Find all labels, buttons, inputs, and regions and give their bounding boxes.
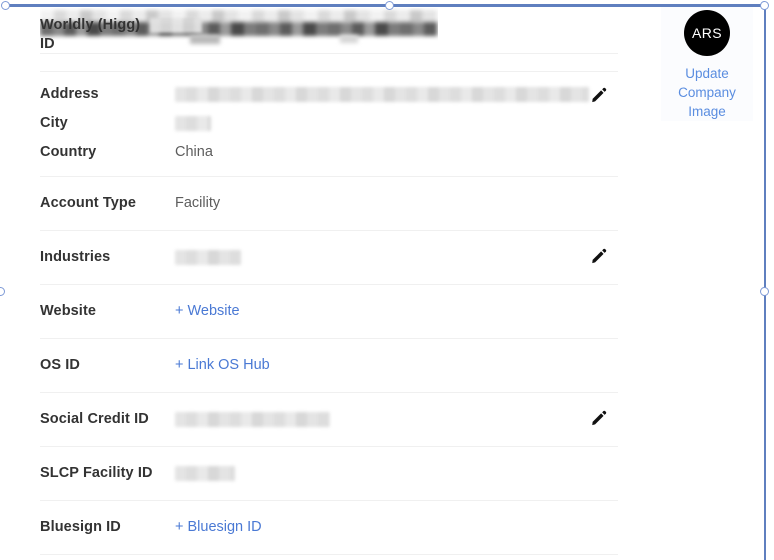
field-label: Worldly (Higg) ID — [40, 17, 141, 52]
detail-row: Bluesign ID + Bluesign ID — [40, 501, 618, 555]
field-label: Website — [40, 303, 97, 319]
edit-address-icon[interactable] — [590, 86, 610, 106]
redacted-value — [150, 17, 202, 33]
field-label: Country — [40, 144, 97, 160]
detail-row: Website + Website — [40, 285, 618, 339]
field-value: Facility — [175, 195, 221, 211]
selection-handle-top-left[interactable] — [1, 1, 10, 10]
detail-row: Industries — [40, 231, 618, 285]
detail-subrow: Country China — [40, 143, 618, 162]
field-value-cell: Facility — [175, 194, 618, 213]
avatar: ARS — [684, 10, 730, 56]
detail-row: Worldly (Higg) ID — [40, 0, 618, 72]
selection-handle-top-center[interactable] — [385, 1, 394, 10]
selection-handle-top-right[interactable] — [760, 1, 769, 10]
field-label: Industries — [40, 249, 111, 265]
field-value-cell — [175, 410, 618, 429]
field-value-cell — [175, 85, 618, 104]
field-label: Bluesign ID — [40, 519, 121, 535]
selection-border-right — [764, 4, 766, 560]
redacted-value — [175, 465, 235, 481]
field-value-cell — [175, 248, 618, 267]
detail-row: Account Type Facility — [40, 177, 618, 231]
field-label: Account Type — [40, 195, 136, 211]
detail-row: SLCP Facility ID — [40, 447, 618, 501]
company-profile-screen: Worldly (Higg) ID Address City Country China… — [0, 0, 774, 560]
add-value-link[interactable]: + Link OS Hub — [175, 357, 270, 373]
edit-social-credit-id-icon[interactable] — [590, 409, 610, 429]
add-value-link[interactable]: + Bluesign ID — [175, 519, 262, 535]
selection-handle-middle-right[interactable] — [760, 287, 769, 296]
detail-row: Social Credit ID — [40, 393, 618, 447]
company-image-block[interactable]: ARS Update Company Image — [661, 4, 753, 121]
edit-industries-icon[interactable] — [590, 247, 610, 267]
field-label: Address — [40, 86, 99, 102]
redacted-value — [175, 115, 211, 131]
field-value-cell[interactable]: + Link OS Hub — [175, 356, 618, 375]
detail-row: ZDHC ID+ ZDHC ID — [40, 555, 618, 560]
update-company-image-link[interactable]: Update Company Image — [661, 64, 753, 121]
field-label: SLCP Facility ID — [40, 465, 153, 481]
selection-handle-middle-left[interactable] — [0, 287, 5, 296]
redacted-value — [175, 86, 589, 102]
redacted-value — [175, 249, 241, 265]
field-value-cell — [150, 16, 618, 35]
field-label: Social Credit ID — [40, 411, 149, 427]
detail-subrow: City — [40, 114, 618, 133]
field-value-cell[interactable]: + Bluesign ID — [175, 518, 618, 537]
add-value-link[interactable]: + Website — [175, 303, 240, 319]
redacted-value — [175, 411, 330, 427]
field-value: China — [175, 144, 213, 160]
field-label: OS ID — [40, 357, 80, 373]
field-value-cell[interactable]: + Website — [175, 302, 618, 321]
detail-row: Address City Country China — [40, 72, 618, 177]
field-value-cell: China — [175, 143, 618, 162]
field-label: City — [40, 115, 68, 131]
detail-row: OS ID + Link OS Hub — [40, 339, 618, 393]
field-value-cell — [175, 464, 618, 483]
field-value-cell — [175, 114, 618, 133]
company-detail-list: Worldly (Higg) ID Address City Country China… — [40, 0, 618, 560]
